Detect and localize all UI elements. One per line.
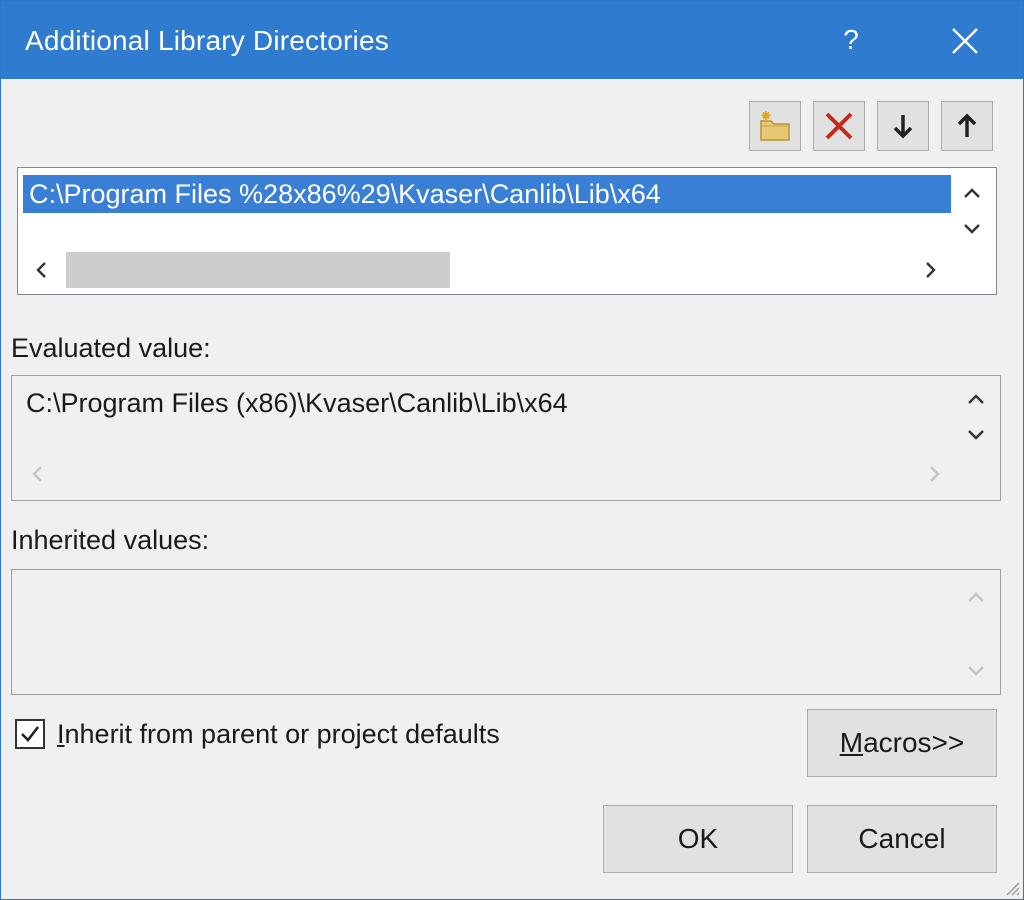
mnemonic-char: M xyxy=(839,727,864,758)
checkmark-icon xyxy=(21,726,40,742)
help-button[interactable]: ? xyxy=(825,7,877,73)
horizontal-scroll-thumb[interactable] xyxy=(66,252,450,288)
ok-button[interactable]: OK xyxy=(603,805,793,873)
evaluated-value-box: C:\Program Files (x86)\Kvaser\Canlib\Lib… xyxy=(11,375,1001,501)
inherit-checkbox-label[interactable]: Inherit from parent or project defaults xyxy=(57,719,500,750)
scroll-left-arrow-icon[interactable] xyxy=(30,258,54,282)
evaluated-value-label: Evaluated value: xyxy=(11,333,211,363)
scroll-right-arrow-icon[interactable] xyxy=(918,258,942,282)
mnemonic-char: I xyxy=(57,719,65,749)
scroll-up-arrow-icon xyxy=(968,592,984,602)
inherited-values-box xyxy=(11,569,1001,695)
cancel-button[interactable]: Cancel xyxy=(807,805,997,873)
dialog-window: Additional Library Directories ? C:\Prog… xyxy=(0,0,1024,900)
move-down-arrow-icon xyxy=(893,115,913,139)
close-icon xyxy=(952,28,978,54)
resize-grip-icon[interactable] xyxy=(1003,879,1021,897)
list-item[interactable]: C:\Program Files %28x86%29\Kvaser\Canlib… xyxy=(23,175,951,213)
macros-button[interactable]: Macros>> xyxy=(807,709,997,777)
scroll-left-arrow-icon xyxy=(32,466,42,482)
delete-x-icon xyxy=(825,112,853,140)
scroll-down-arrow-icon[interactable] xyxy=(964,422,988,446)
delete-button[interactable] xyxy=(813,101,865,151)
label-text: nherit from parent or project defaults xyxy=(64,719,500,749)
close-button[interactable] xyxy=(921,7,1009,73)
new-line-button[interactable] xyxy=(749,101,801,151)
inherit-checkbox[interactable] xyxy=(15,719,45,749)
move-up-button[interactable] xyxy=(941,101,993,151)
scroll-down-arrow-icon[interactable] xyxy=(960,216,984,240)
new-folder-icon xyxy=(760,111,790,141)
move-down-button[interactable] xyxy=(877,101,929,151)
inherited-values-label: Inherited values: xyxy=(11,525,210,555)
title-bar[interactable]: Additional Library Directories ? xyxy=(1,1,1023,79)
scroll-up-arrow-icon[interactable] xyxy=(960,182,984,206)
scroll-up-arrow-icon[interactable] xyxy=(964,388,988,412)
directory-list[interactable]: C:\Program Files %28x86%29\Kvaser\Canlib… xyxy=(17,167,997,295)
window-title: Additional Library Directories xyxy=(25,25,389,56)
evaluated-value-text: C:\Program Files (x86)\Kvaser\Canlib\Lib… xyxy=(26,388,568,418)
horizontal-scrollbar xyxy=(12,456,954,500)
scroll-right-arrow-icon xyxy=(930,466,940,482)
macros-label: acros>> xyxy=(863,727,965,758)
scroll-down-arrow-icon xyxy=(968,666,984,676)
move-up-arrow-icon xyxy=(957,113,977,137)
